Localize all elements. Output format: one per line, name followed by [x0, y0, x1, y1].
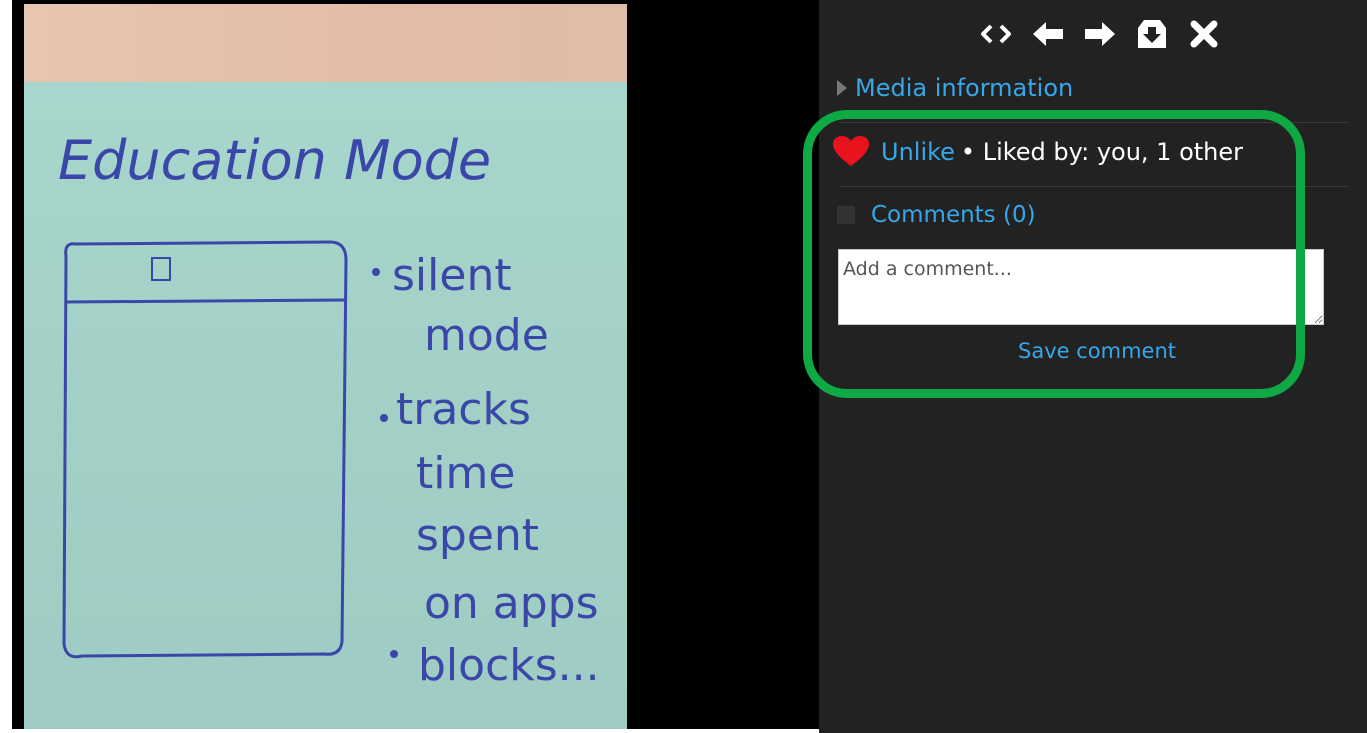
photo-viewer: Education Mode silent mode tracks time s…	[0, 0, 819, 733]
bullet-blocks: blocks...	[418, 640, 600, 691]
expand-icon[interactable]	[979, 17, 1013, 51]
sketch-drawing: Education Mode silent mode tracks time s…	[58, 129, 600, 691]
previous-arrow-icon[interactable]	[1031, 17, 1065, 51]
sketch-photo: Education Mode silent mode tracks time s…	[24, 4, 627, 729]
bullet-dot	[372, 268, 380, 276]
bullet-silent: silent	[392, 250, 512, 301]
close-icon[interactable]	[1187, 17, 1221, 51]
bullet-spent: spent	[416, 510, 539, 561]
sketch-title: Education Mode	[58, 129, 491, 192]
bullet-tracks: tracks	[396, 384, 531, 435]
bullet-mode: mode	[424, 310, 549, 361]
bullet-on-apps: on apps	[424, 578, 599, 629]
bullet-dot	[380, 414, 388, 422]
photo-border-left	[0, 0, 12, 733]
download-icon[interactable]	[1135, 17, 1169, 51]
phone-outline	[62, 240, 348, 659]
side-panel: Media information Unlike • Liked by: you…	[803, 0, 1367, 733]
media-information-toggle[interactable]: Media information	[837, 74, 1073, 102]
viewer-toolbar	[979, 14, 1221, 54]
photo-border-bottom	[0, 729, 819, 733]
phone-status-icon	[151, 257, 171, 281]
bullet-dot	[390, 650, 398, 658]
next-arrow-icon[interactable]	[1083, 17, 1117, 51]
highlight-annotation	[803, 110, 1305, 398]
expand-triangle-icon	[837, 80, 847, 96]
bullet-time: time	[416, 448, 515, 499]
media-information-label: Media information	[855, 74, 1074, 102]
phone-header-line	[65, 298, 347, 304]
